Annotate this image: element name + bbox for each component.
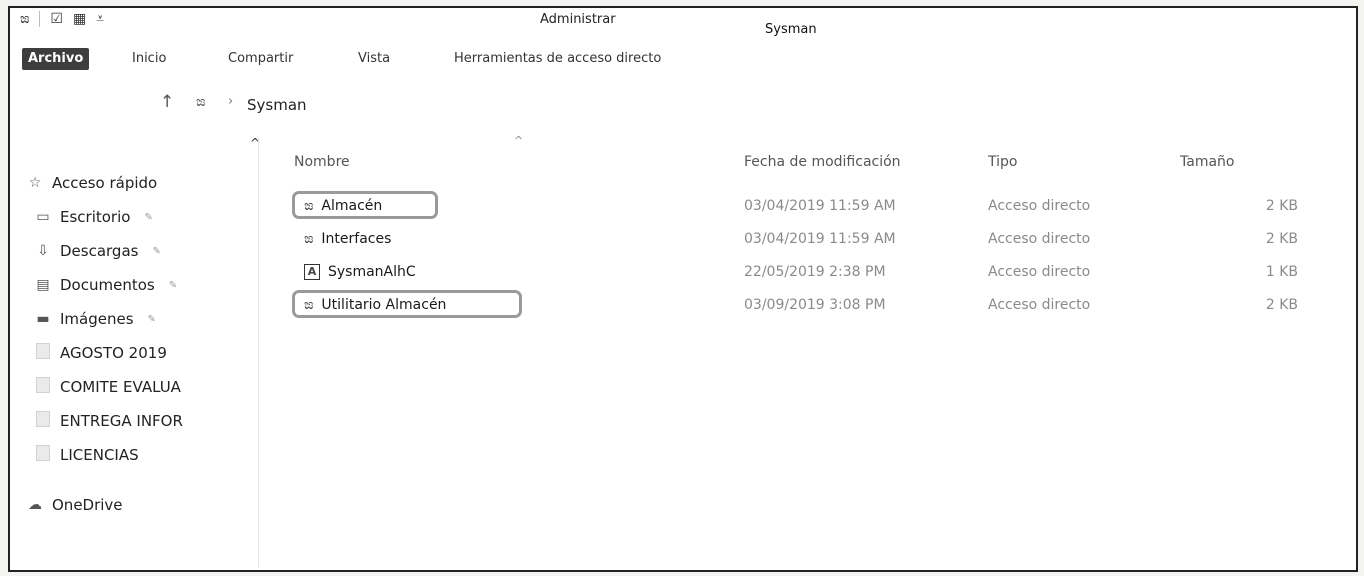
quick-access-toolbar: ಙ ☑ ▦ ⩡ bbox=[20, 11, 104, 27]
ribbon-tabs: Archivo Inicio Compartir Vista Herramien… bbox=[10, 44, 1356, 74]
file-name-cell: ಙ Utilitario Almacén bbox=[304, 297, 446, 313]
file-size: 2 KB bbox=[1265, 198, 1298, 214]
title-bar: ಙ ☑ ▦ ⩡ Administrar Sysman bbox=[10, 8, 1356, 44]
nav-item-agosto-2019[interactable]: AGOSTO 2019 bbox=[34, 340, 167, 366]
file-size: 2 KB bbox=[1265, 297, 1298, 313]
folder-icon bbox=[36, 445, 50, 461]
tab-inicio[interactable]: Inicio bbox=[132, 44, 166, 74]
toolbar-divider bbox=[39, 11, 41, 27]
column-header-fecha[interactable]: Fecha de modificación bbox=[744, 154, 901, 170]
nav-item-label: Escritorio bbox=[60, 208, 131, 226]
download-icon: ⇩ bbox=[37, 243, 49, 259]
pane-divider[interactable] bbox=[258, 138, 259, 568]
location-icon: ಙ bbox=[196, 94, 206, 110]
nav-item-label: OneDrive bbox=[52, 496, 123, 514]
file-size: 2 KB bbox=[1265, 231, 1298, 247]
table-row[interactable]: ಙ Utilitario Almacén 03/09/2019 3:08 PM … bbox=[280, 290, 1356, 321]
cloud-icon: ☁ bbox=[28, 497, 42, 513]
file-name: Interfaces bbox=[321, 231, 392, 247]
pictures-icon: ▬ bbox=[36, 311, 50, 327]
pin-icon: ✎ bbox=[168, 279, 178, 291]
file-type: Acceso directo bbox=[988, 198, 1091, 214]
document-icon: ▤ bbox=[36, 277, 50, 293]
file-name: SysmanAlhC bbox=[328, 264, 416, 280]
file-date: 22/05/2019 2:38 PM bbox=[744, 264, 886, 280]
nav-item-onedrive[interactable]: ☁ OneDrive bbox=[26, 492, 123, 518]
folder-icon bbox=[36, 377, 50, 393]
nav-item-label: Imágenes bbox=[60, 310, 134, 328]
file-date: 03/04/2019 11:59 AM bbox=[744, 231, 896, 247]
nav-item-escritorio[interactable]: ▭ Escritorio ✎ bbox=[34, 204, 153, 230]
shortcut-icon: ಙ bbox=[304, 198, 314, 214]
file-name-cell: ಙ Interfaces bbox=[304, 231, 391, 247]
file-explorer-window: ಙ ☑ ▦ ⩡ Administrar Sysman Archivo Inici… bbox=[8, 6, 1358, 572]
shortcut-icon: ಙ bbox=[304, 297, 314, 313]
table-row[interactable]: ಙ Almacén 03/04/2019 11:59 AM Acceso dir… bbox=[280, 191, 1356, 222]
application-icon: A bbox=[304, 264, 320, 280]
pin-icon: ✎ bbox=[144, 211, 153, 223]
pin-icon: ✎ bbox=[147, 313, 156, 325]
shortcut-icon: ಙ bbox=[304, 231, 314, 247]
column-header-nombre[interactable]: Nombre bbox=[294, 154, 350, 170]
chevron-right-icon[interactable]: › bbox=[228, 94, 233, 109]
desktop-icon: ▭ bbox=[36, 209, 50, 225]
table-row[interactable]: ಙ Interfaces 03/04/2019 11:59 AM Acceso … bbox=[280, 225, 1356, 255]
file-name: Almacén bbox=[321, 198, 383, 214]
nav-item-comite-evalua[interactable]: COMITE EVALUA bbox=[34, 374, 181, 400]
tab-herramientas-acceso-directo[interactable]: Herramientas de acceso directo bbox=[454, 44, 661, 74]
file-size: 1 KB bbox=[1265, 264, 1298, 280]
file-date: 03/09/2019 3:08 PM bbox=[744, 297, 886, 313]
nav-item-licencias[interactable]: LICENCIAS bbox=[34, 442, 139, 468]
table-row[interactable]: A SysmanAlhC 22/05/2019 2:38 PM Acceso d… bbox=[280, 258, 1356, 288]
column-header-tamano[interactable]: Tamaño bbox=[1180, 154, 1234, 170]
properties-icon[interactable]: ☑ bbox=[50, 11, 63, 27]
star-icon: ☆ bbox=[28, 175, 42, 191]
app-icon[interactable]: ಙ bbox=[20, 11, 29, 27]
nav-item-imagenes[interactable]: ▬ Imágenes ✎ bbox=[34, 306, 156, 332]
new-folder-icon[interactable]: ▦ bbox=[73, 11, 86, 27]
file-name: Utilitario Almacén bbox=[321, 297, 447, 313]
sort-indicator-icon: ^ bbox=[514, 134, 524, 147]
tab-archivo[interactable]: Archivo bbox=[22, 48, 90, 70]
nav-item-label: COMITE EVALUA bbox=[60, 378, 181, 396]
customize-icon[interactable]: ⩡ bbox=[96, 11, 104, 27]
tab-compartir[interactable]: Compartir bbox=[228, 44, 293, 74]
nav-item-acceso-rapido[interactable]: ☆ Acceso rápido bbox=[26, 170, 158, 196]
tab-vista[interactable]: Vista bbox=[358, 44, 390, 74]
file-name-cell: ಙ Almacén bbox=[304, 198, 382, 214]
nav-item-label: Descargas bbox=[60, 242, 139, 260]
nav-item-label: AGOSTO 2019 bbox=[60, 344, 167, 362]
window-title: Sysman bbox=[765, 22, 817, 37]
column-header-tipo[interactable]: Tipo bbox=[988, 154, 1017, 170]
context-tab-title: Administrar bbox=[540, 12, 616, 27]
nav-item-label: ENTREGA INFOR bbox=[60, 412, 183, 430]
nav-item-documentos[interactable]: ▤ Documentos ✎ bbox=[34, 272, 177, 298]
file-list: ^ Nombre Fecha de modificación Tipo Tama… bbox=[280, 134, 1356, 570]
nav-item-label: Documentos bbox=[60, 276, 155, 294]
file-type: Acceso directo bbox=[988, 297, 1091, 313]
nav-item-label: Acceso rápido bbox=[52, 174, 158, 192]
nav-item-label: LICENCIAS bbox=[60, 446, 139, 464]
up-arrow-icon[interactable]: ↑ bbox=[160, 92, 174, 112]
nav-item-descargas[interactable]: ⇩ Descargas ✎ bbox=[34, 238, 161, 264]
breadcrumb-sysman[interactable]: Sysman bbox=[247, 96, 307, 114]
nav-item-entrega-infor[interactable]: ENTREGA INFOR bbox=[34, 408, 183, 434]
file-type: Acceso directo bbox=[988, 231, 1091, 247]
folder-icon bbox=[36, 411, 50, 427]
file-type: Acceso directo bbox=[988, 264, 1091, 280]
file-name-cell: A SysmanAlhC bbox=[304, 264, 416, 280]
navigation-pane: ^ ☆ Acceso rápido ▭ Escritorio ✎ ⇩ Desca… bbox=[10, 134, 260, 570]
pin-icon: ✎ bbox=[152, 245, 161, 257]
address-bar: ↑ ಙ › Sysman bbox=[10, 88, 1356, 122]
folder-icon bbox=[36, 343, 50, 359]
file-date: 03/04/2019 11:59 AM bbox=[744, 198, 896, 214]
